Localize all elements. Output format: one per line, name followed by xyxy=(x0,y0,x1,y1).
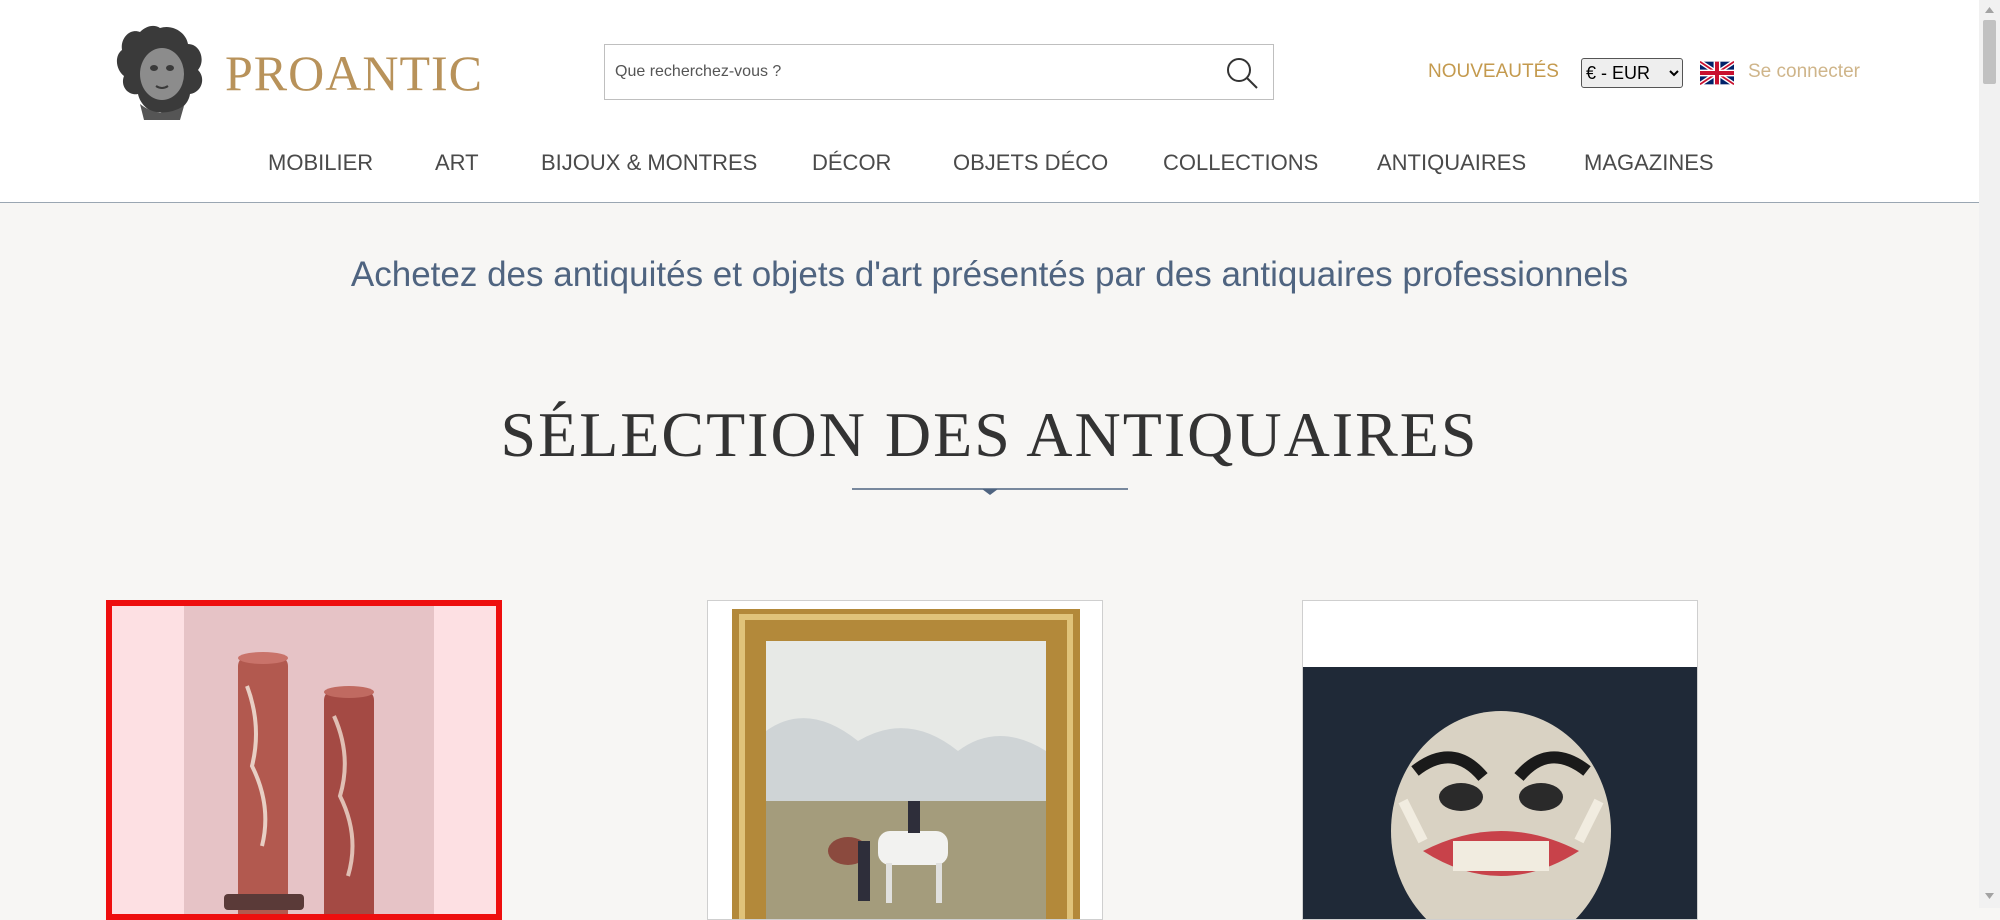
vertical-scrollbar[interactable] xyxy=(1979,0,2000,908)
title-divider xyxy=(852,488,1128,495)
search-icon[interactable] xyxy=(1225,56,1259,90)
nav-item-bijoux-montres[interactable]: BIJOUX & MONTRES xyxy=(541,150,757,176)
logo-text[interactable]: PROANTIC xyxy=(225,44,483,102)
nav-item-magazines[interactable]: MAGAZINES xyxy=(1584,150,1714,176)
logo-bust-icon[interactable] xyxy=(110,20,210,122)
login-link[interactable]: Se connecter xyxy=(1748,61,1860,83)
nav-item-art[interactable]: ART xyxy=(435,150,479,176)
site-header: PROANTIC NOUVEAUTÉS € - EUR Se connecter… xyxy=(0,0,1979,203)
product-image-mask[interactable] xyxy=(1303,601,1698,920)
search-input[interactable] xyxy=(615,45,1205,99)
product-card-marble-columns[interactable] xyxy=(106,600,502,920)
nav-item-objets-deco[interactable]: OBJETS DÉCO xyxy=(953,150,1108,176)
nouveautes-link[interactable]: NOUVEAUTÉS xyxy=(1428,61,1559,83)
product-card-painting[interactable] xyxy=(707,600,1103,920)
currency-select[interactable]: € - EUR xyxy=(1581,58,1683,88)
scroll-down-arrow-icon[interactable] xyxy=(1983,890,1996,902)
nav-item-antiquaires[interactable]: ANTIQUAIRES xyxy=(1377,150,1526,176)
scroll-up-arrow-icon[interactable] xyxy=(1983,4,1996,16)
product-image-painting[interactable] xyxy=(708,601,1103,920)
product-card-mask[interactable] xyxy=(1302,600,1698,920)
product-image-marble-columns[interactable] xyxy=(112,606,496,920)
page-tagline: Achetez des antiquités et objets d'art p… xyxy=(350,255,1629,294)
nav-item-collections[interactable]: COLLECTIONS xyxy=(1163,150,1318,176)
search-box xyxy=(604,44,1274,100)
main-nav: MOBILIER ART BIJOUX & MONTRES DÉCOR OBJE… xyxy=(0,150,1979,180)
section-title: SÉLECTION DES ANTIQUAIRES xyxy=(500,399,1479,470)
nav-item-decor[interactable]: DÉCOR xyxy=(812,150,891,176)
uk-flag-icon[interactable] xyxy=(1700,61,1734,85)
scrollbar-thumb[interactable] xyxy=(1983,20,1996,84)
nav-item-mobilier[interactable]: MOBILIER xyxy=(268,150,373,176)
